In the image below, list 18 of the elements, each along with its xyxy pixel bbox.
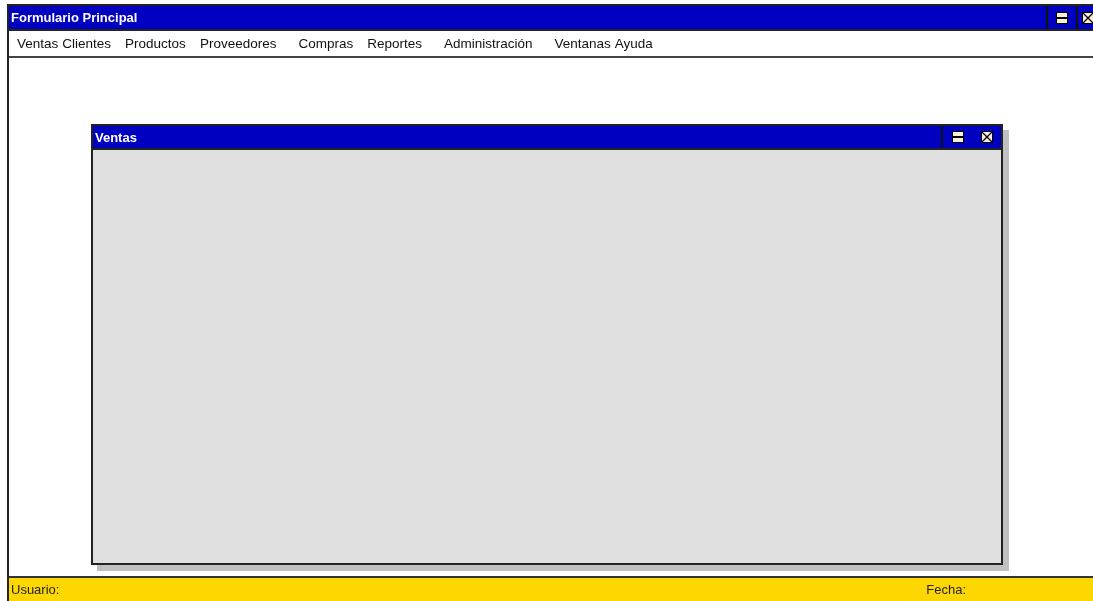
close-button[interactable]: [1076, 6, 1093, 29]
child-window-title: Ventas: [94, 129, 137, 145]
menu-item[interactable]: Administración: [443, 36, 533, 51]
menu-item[interactable]: Compras: [298, 36, 354, 51]
date-label: Fecha:: [926, 582, 966, 597]
menu-item[interactable]: Ventanas: [554, 36, 611, 51]
menu-item[interactable]: Proveedores: [199, 36, 277, 51]
maximize-icon: [1056, 11, 1068, 24]
menu-item[interactable]: Productos: [125, 36, 186, 51]
menu-item[interactable]: Clientes: [62, 36, 112, 51]
window-title: Formulario Principal: [10, 10, 138, 25]
maximize-icon: [951, 131, 964, 143]
close-icon: [1082, 11, 1093, 24]
user-label: Usuario:: [11, 582, 60, 597]
menu-item[interactable]: Ventas: [17, 36, 59, 51]
menu-item[interactable]: Ayuda: [614, 36, 653, 51]
close-icon: [980, 131, 993, 143]
menu-item[interactable]: Reportes: [367, 36, 422, 51]
